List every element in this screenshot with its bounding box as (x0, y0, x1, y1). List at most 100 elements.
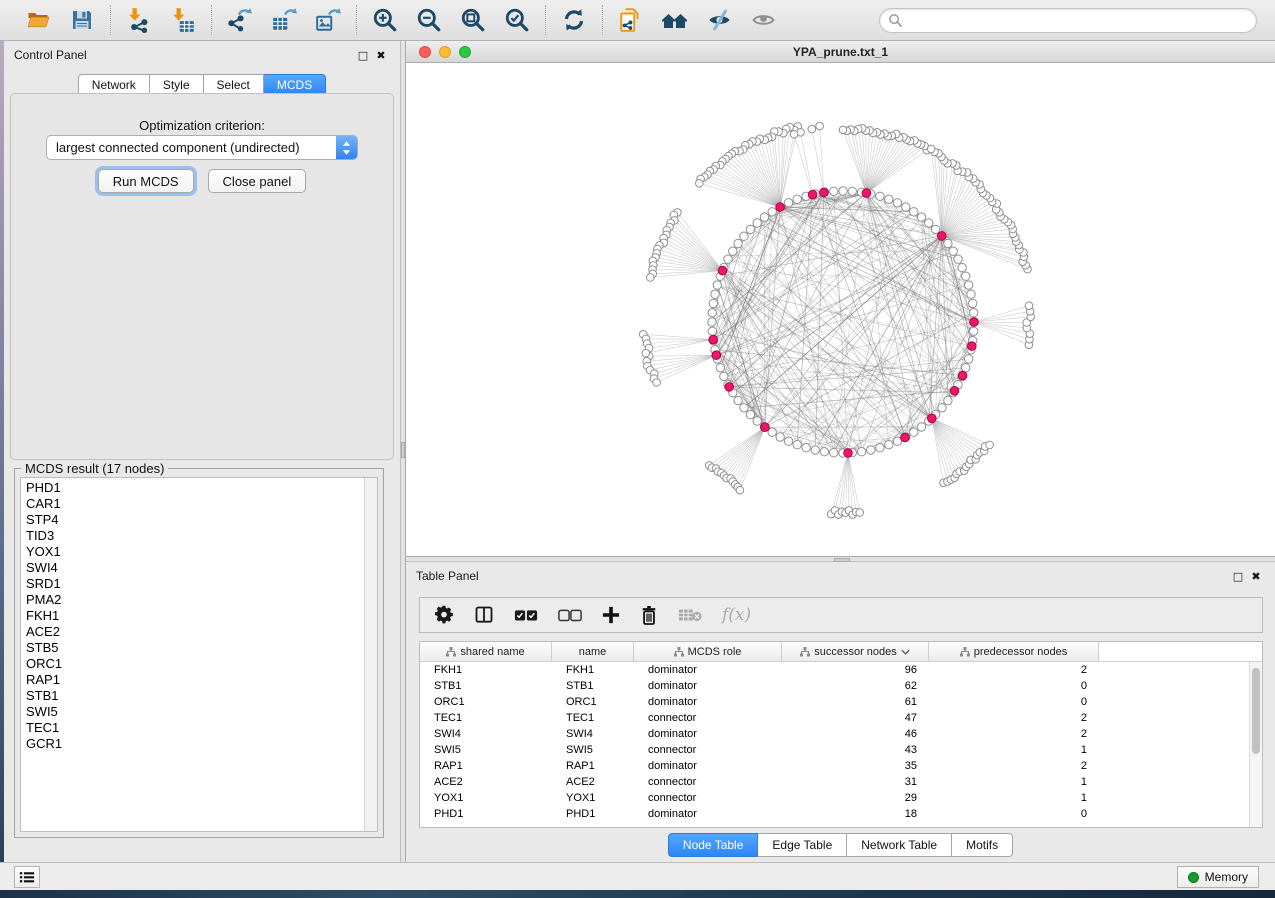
export-network-icon[interactable] (225, 6, 255, 34)
float-panel-icon[interactable]: □ (1229, 570, 1247, 583)
float-panel-icon[interactable]: □ (354, 49, 372, 62)
select-all-icon[interactable] (514, 603, 538, 627)
close-panel-icon[interactable]: ✖ (1247, 570, 1265, 583)
mcds-result-item[interactable]: PMA2 (26, 592, 377, 608)
table-cell: dominator (634, 664, 782, 676)
mcds-result-item[interactable]: SWI4 (26, 560, 377, 576)
table-toolbar: f(x) (419, 597, 1263, 633)
table-panel: Table Panel □ ✖ (406, 562, 1275, 862)
table-scrollbar[interactable] (1249, 662, 1262, 827)
refresh-icon[interactable] (559, 6, 589, 34)
mcds-result-item[interactable]: TEC1 (26, 720, 377, 736)
table-cell: 1 (929, 776, 1099, 788)
hide-selected-icon[interactable] (704, 6, 734, 34)
table-cell: SWI5 (420, 744, 552, 756)
vertical-splitter-handle[interactable] (401, 442, 405, 458)
deselect-all-icon[interactable] (558, 603, 582, 627)
close-panel-icon[interactable]: ✖ (372, 49, 390, 62)
column-header-MCDS-role[interactable]: MCDS role (634, 642, 782, 661)
table-cell: ACE2 (552, 776, 634, 788)
import-table-icon[interactable] (168, 6, 198, 34)
list-icon (19, 870, 35, 884)
table-cell: 35 (782, 760, 929, 772)
gear-icon[interactable] (434, 603, 454, 627)
tab-motifs[interactable]: Motifs (952, 833, 1013, 857)
column-header-predecessor-nodes[interactable]: predecessor nodes (929, 642, 1099, 661)
table-row[interactable]: FKH1FKH1dominator962 (420, 662, 1249, 678)
mcds-result-item[interactable]: ACE2 (26, 624, 377, 640)
search-field[interactable] (879, 8, 1257, 33)
search-input[interactable] (903, 14, 1248, 28)
delete-icon[interactable] (640, 603, 658, 627)
table-cell: 31 (782, 776, 929, 788)
memory-button[interactable]: Memory (1177, 866, 1259, 888)
export-table-icon[interactable] (269, 6, 299, 34)
table-cell: PHD1 (420, 808, 552, 820)
mcds-result-item[interactable]: STB1 (26, 688, 377, 704)
save-icon[interactable] (67, 6, 97, 34)
mcds-result-item[interactable]: CAR1 (26, 496, 377, 512)
mcds-list-scrollbar[interactable] (364, 478, 377, 831)
split-columns-icon[interactable] (474, 603, 494, 627)
table-row[interactable]: STB1STB1dominator620 (420, 678, 1249, 694)
column-header-name[interactable]: name (552, 642, 634, 661)
mcds-result-item[interactable]: GCR1 (26, 736, 377, 752)
table-cell: 96 (782, 664, 929, 676)
search-icon (888, 13, 903, 28)
show-panels-list-button[interactable] (14, 866, 40, 888)
zoom-selected-icon[interactable] (502, 6, 532, 34)
add-column-icon[interactable] (602, 603, 620, 627)
import-network-icon[interactable] (124, 6, 154, 34)
open-icon[interactable] (23, 6, 53, 34)
table-row[interactable]: YOX1YOX1connector291 (420, 790, 1249, 806)
table-scrollbar-thumb[interactable] (1252, 668, 1260, 754)
table-cell: dominator (634, 808, 782, 820)
network-window-title: YPA_prune.txt_1 (406, 45, 1275, 59)
table-cell: 2 (929, 712, 1099, 724)
table-cell: dominator (634, 696, 782, 708)
tab-node-table[interactable]: Node Table (668, 833, 759, 857)
mcds-result-item[interactable]: STP4 (26, 512, 377, 528)
table-row[interactable]: SWI4SWI4dominator462 (420, 726, 1249, 742)
memory-status-icon (1188, 872, 1199, 883)
zoom-fit-icon[interactable] (458, 6, 488, 34)
column-header-successor-nodes[interactable]: successor nodes (782, 642, 929, 661)
mcds-result-item[interactable]: TID3 (26, 528, 377, 544)
zoom-in-icon[interactable] (370, 6, 400, 34)
table-cell: SWI4 (420, 728, 552, 740)
table-cell: dominator (634, 680, 782, 692)
mcds-result-item[interactable]: SRD1 (26, 576, 377, 592)
delete-table-icon (678, 603, 702, 627)
close-panel-button[interactable]: Close panel (208, 169, 307, 193)
mcds-result-item[interactable]: PHD1 (26, 480, 377, 496)
tab-edge-table[interactable]: Edge Table (758, 833, 847, 857)
mcds-result-item[interactable]: YOX1 (26, 544, 377, 560)
mcds-result-item[interactable]: RAP1 (26, 672, 377, 688)
attribute-icon (960, 647, 970, 657)
mcds-result-item[interactable]: STB5 (26, 640, 377, 656)
table-cell: 2 (929, 760, 1099, 772)
table-row[interactable]: TEC1TEC1connector472 (420, 710, 1249, 726)
duplicate-network-icon[interactable] (616, 6, 646, 34)
first-neighbors-icon[interactable] (660, 6, 690, 34)
table-row[interactable]: SWI5SWI5connector431 (420, 742, 1249, 758)
run-mcds-button[interactable]: Run MCDS (98, 169, 194, 193)
table-row[interactable]: RAP1RAP1dominator352 (420, 758, 1249, 774)
table-row[interactable]: ACE2ACE2connector311 (420, 774, 1249, 790)
desktop-wallpaper-strip (0, 890, 1275, 898)
tab-network-table[interactable]: Network Table (847, 833, 952, 857)
memory-label: Memory (1205, 870, 1248, 884)
mcds-result-item[interactable]: FKH1 (26, 608, 377, 624)
table-cell: ORC1 (420, 696, 552, 708)
table-row[interactable]: PHD1PHD1dominator180 (420, 806, 1249, 822)
export-image-icon[interactable] (313, 6, 343, 34)
table-row[interactable]: ORC1ORC1dominator610 (420, 694, 1249, 710)
mcds-result-item[interactable]: ORC1 (26, 656, 377, 672)
network-window-titlebar[interactable]: YPA_prune.txt_1 (406, 41, 1275, 63)
main-toolbar (0, 0, 1275, 41)
column-header-shared-name[interactable]: shared name (420, 642, 552, 661)
criterion-dropdown[interactable]: largest connected component (undirected) (46, 135, 358, 160)
zoom-out-icon[interactable] (414, 6, 444, 34)
mcds-result-item[interactable]: SWI5 (26, 704, 377, 720)
network-view[interactable] (406, 63, 1275, 556)
